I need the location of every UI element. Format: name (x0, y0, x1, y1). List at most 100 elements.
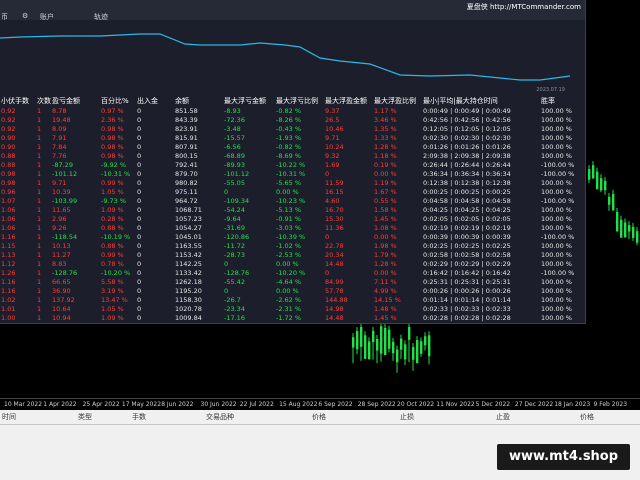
table-cell: 0 (137, 242, 142, 250)
table-cell: 0 (137, 233, 142, 241)
table-cell: 2.96 (52, 215, 67, 223)
table-cell: 964.72 (175, 197, 198, 205)
table-cell: 1133.42 (175, 269, 202, 277)
table-cell: 0:36:34 | 0:36:34 | 0:36:34 (423, 170, 511, 178)
table-row: 0.88 1 7.76 0.98 % 0 800.15 -68.89 -8.69 % 9.32 1… (0, 152, 585, 161)
table-cell: -17.16 (224, 314, 245, 322)
table-cell: 1142.25 (175, 260, 202, 268)
gear-icon[interactable]: ⚙ (22, 12, 28, 20)
table-cell: 0:26:44 | 0:26:44 | 0:26:44 (423, 161, 511, 169)
table-cell: 100.00 % (541, 251, 572, 259)
table-cell: 1.19 % (374, 179, 397, 187)
table-cell: 0.98 (1, 170, 16, 178)
table-cell: 1.26 (1, 269, 16, 277)
orders-column-header[interactable]: 交易品种 (206, 410, 234, 424)
table-row: 1.06 1 2.96 0.28 % 0 1057.23 -9.64 -0.91 % 15.30… (0, 215, 585, 224)
table-cell: 9.32 (325, 152, 340, 160)
table-row: 0.98 1 -101.12 -10.31 % 0 879.70 -101.12 -10.31… (0, 170, 585, 179)
table-cell: -8.26 % (276, 116, 302, 124)
table-cell: 0.97 % (101, 107, 124, 115)
table-cell: 0.96 (1, 188, 16, 196)
table-cell: 1 (37, 296, 42, 304)
table-cell: 9.71 (52, 179, 67, 187)
table-cell: 100.00 % (541, 224, 572, 232)
table-cell: 0.00 % (374, 233, 397, 241)
table-cell: 1.67 % (374, 188, 397, 196)
table-cell: 0:02:58 | 0:02:58 | 0:02:58 (423, 251, 511, 259)
table-cell: 0:00:26 | 0:00:26 | 0:00:26 (423, 287, 511, 295)
table-cell: -28.73 (224, 251, 245, 259)
table-cell: 1.16 (1, 278, 16, 286)
table-cell: 0:00:25 | 0:00:25 | 0:00:25 (423, 188, 511, 196)
table-cell: 0 (137, 161, 142, 169)
table-cell: 0 (137, 116, 142, 124)
table-cell: 11.36 (325, 224, 344, 232)
table-row: 0.88 1 -87.29 -9.92 % 0 792.41 -89.93 -10.22 % 1… (0, 161, 585, 170)
table-cell: -9.92 % (101, 161, 127, 169)
table-cell: 1.28 % (374, 143, 397, 151)
table-cell: -109.34 (224, 197, 250, 205)
table-cell: 0:01:14 | 0:01:14 | 0:01:14 (423, 296, 511, 304)
table-cell: 1045.01 (175, 233, 202, 241)
table-cell: 1.58 % (374, 206, 397, 214)
table-cell: 1.28 % (374, 260, 397, 268)
table-cell: 1 (37, 170, 42, 178)
table-cell: 1.16 (1, 233, 16, 241)
table-cell: -128.76 (52, 269, 78, 277)
table-cell: 1.09 % (101, 206, 124, 214)
table-cell: 879.70 (175, 170, 198, 178)
table-cell: 0.90 (1, 143, 16, 151)
orders-column-header[interactable]: 止损 (400, 410, 414, 424)
table-cell: 0 (137, 296, 142, 304)
orders-column-header[interactable]: 价格 (580, 410, 594, 424)
candle-body (620, 219, 623, 238)
orders-column-header[interactable]: 类型 (78, 410, 92, 424)
table-cell: 9.26 (52, 224, 67, 232)
candle-body (360, 326, 363, 347)
table-cell: 0 (137, 134, 142, 142)
orders-column-header[interactable]: 手数 (132, 410, 146, 424)
table-cell: -11.72 (224, 242, 245, 250)
table-cell: 823.91 (175, 125, 198, 133)
candle-body (368, 341, 371, 360)
candle-body (372, 330, 375, 343)
table-cell: 57.78 (325, 287, 344, 295)
table-cell: -2.53 % (276, 251, 302, 259)
table-cell: 100.00 % (541, 287, 572, 295)
table-cell: 0 (137, 197, 142, 205)
totals-cell: -128.76 (224, 323, 249, 324)
table-cell: -6.56 (224, 143, 241, 151)
orders-column-header[interactable]: 时间 (2, 410, 16, 424)
table-row: 0.90 1 7.84 0.98 % 0 807.91 -6.56 -0.82 % 10.24 1… (0, 143, 585, 152)
brand-link[interactable]: 夏盘侠 http://MTCommander.com (467, 2, 581, 12)
table-cell: 0 (137, 188, 142, 196)
table-cell: -120.86 (224, 233, 250, 241)
table-cell: -15.57 (224, 134, 245, 142)
table-cell: 100.00 % (541, 116, 572, 124)
table-cell: 8.83 (52, 260, 67, 268)
table-cell: 1163.55 (175, 242, 202, 250)
orders-column-header[interactable]: 止盈 (496, 410, 510, 424)
table-cell: -5.13 % (276, 206, 302, 214)
candle-body (416, 340, 419, 364)
table-cell: -10.23 % (276, 197, 306, 205)
table-cell: 0:04:58 | 0:04:58 | 0:04:58 (423, 197, 511, 205)
table-cell: -100.00 % (541, 233, 575, 241)
table-cell: 0:00:49 | 0:00:49 | 0:00:49 (423, 107, 511, 115)
candle-body (608, 196, 611, 205)
table-cell: -101.12 (224, 170, 250, 178)
table-cell: 66.65 (52, 278, 71, 286)
table-cell: -100.00 % (541, 269, 575, 277)
table-cell: -10.31 % (276, 170, 306, 178)
table-cell: 1 (37, 215, 42, 223)
table-cell: 0 (137, 125, 142, 133)
table-cell: 0.88 (1, 161, 16, 169)
table-cell: 0.00 % (374, 269, 397, 277)
table-cell: 1.35 % (374, 125, 397, 133)
orders-column-header[interactable]: 价格 (312, 410, 326, 424)
table-cell: 0 (224, 287, 229, 295)
candle-body (420, 341, 423, 354)
table-cell: 0.78 % (101, 260, 124, 268)
table-cell: 100.00 % (541, 107, 572, 115)
table-cell: -8.69 % (276, 152, 302, 160)
